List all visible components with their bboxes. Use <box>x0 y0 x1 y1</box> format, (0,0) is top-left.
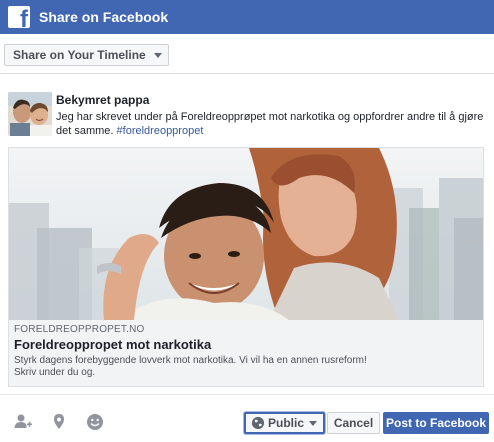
link-preview-text: FORELDREOPPROPET.NO Foreldreoppropet mot… <box>9 320 483 386</box>
link-description-line1: Styrk dagens forebyggende lovverk mot na… <box>14 355 367 366</box>
link-title[interactable]: Foreldreoppropet mot narkotika <box>14 337 480 352</box>
facebook-logo-icon: f <box>8 6 30 28</box>
chevron-down-icon <box>153 52 162 58</box>
link-preview-image <box>9 148 483 320</box>
dialog-header: f Share on Facebook <box>0 0 494 34</box>
hashtag-link[interactable]: #foreldreoppropet <box>117 125 204 137</box>
post-to-facebook-button[interactable]: Post to Facebook <box>383 412 489 434</box>
link-domain: FORELDREOPPROPET.NO <box>14 324 145 335</box>
feeling-smiley-icon[interactable] <box>86 413 104 431</box>
toolbar: Share on Your Timeline <box>0 34 494 74</box>
link-description-line2: Skriv under du og. <box>14 367 96 378</box>
location-pin-icon[interactable] <box>50 413 68 431</box>
cancel-button[interactable]: Cancel <box>327 412 380 434</box>
avatar <box>8 92 52 136</box>
share-destination-label: Share on Your Timeline <box>13 48 146 62</box>
privacy-label: Public <box>267 416 304 430</box>
dialog-title: Share on Facebook <box>39 9 169 25</box>
post-message[interactable]: Jeg har skrevet under på Foreldreopprøpe… <box>56 110 488 138</box>
link-description: Styrk dagens forebyggende lovverk mot na… <box>14 355 454 379</box>
share-destination-dropdown[interactable]: Share on Your Timeline <box>4 44 169 66</box>
link-preview-card[interactable]: FORELDREOPPROPET.NO Foreldreoppropet mot… <box>8 147 484 387</box>
globe-icon <box>251 417 264 429</box>
dialog-footer: Public Cancel Post to Facebook <box>0 394 494 442</box>
tag-friends-icon[interactable] <box>14 413 32 431</box>
chevron-down-icon <box>309 420 317 426</box>
post-author: Bekymret pappa <box>56 93 150 107</box>
privacy-selector-button[interactable]: Public <box>244 412 325 434</box>
